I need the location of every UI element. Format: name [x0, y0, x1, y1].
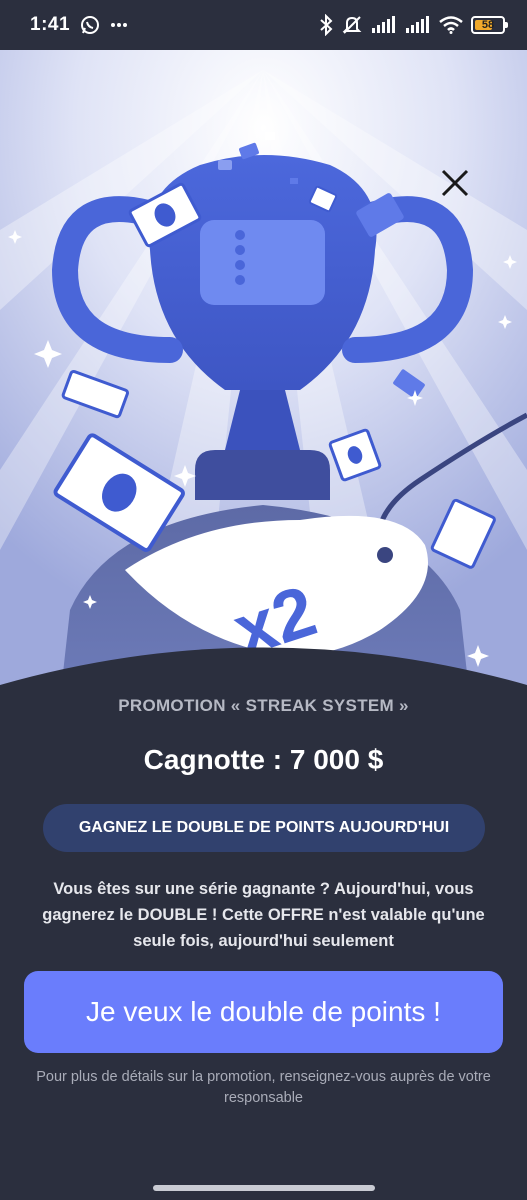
muted-icon [341, 14, 363, 36]
double-points-button[interactable]: Je veux le double de points ! [24, 971, 503, 1053]
promo-illustration: x2 [0, 50, 527, 700]
battery-icon: 58 [471, 16, 508, 34]
close-button[interactable] [440, 168, 484, 212]
wifi-icon [439, 16, 463, 34]
home-indicator[interactable] [153, 1185, 375, 1191]
double-points-badge: GAGNEZ LE DOUBLE DE POINTS AUJOURD'HUI [43, 804, 485, 852]
promo-description: Vous êtes sur une série gagnante ? Aujou… [42, 880, 485, 950]
whatsapp-icon [80, 15, 100, 35]
trophy-illustration: x2 [0, 50, 527, 700]
promo-footnote: Pour plus de détails sur la promotion, r… [36, 1069, 491, 1106]
status-time: 1:41 [30, 14, 71, 35]
promo-title: PROMOTION « STREAK SYSTEM » [118, 696, 409, 715]
bluetooth-icon [319, 14, 333, 36]
signal-icon [371, 16, 397, 34]
status-bar: 1:41 58 [0, 0, 527, 50]
more-dots-icon [110, 22, 128, 28]
jackpot-amount: Cagnotte : 7 000 $ [143, 744, 384, 775]
signal-icon [405, 16, 431, 34]
close-icon [441, 169, 469, 197]
battery-level: 58 [481, 19, 495, 31]
